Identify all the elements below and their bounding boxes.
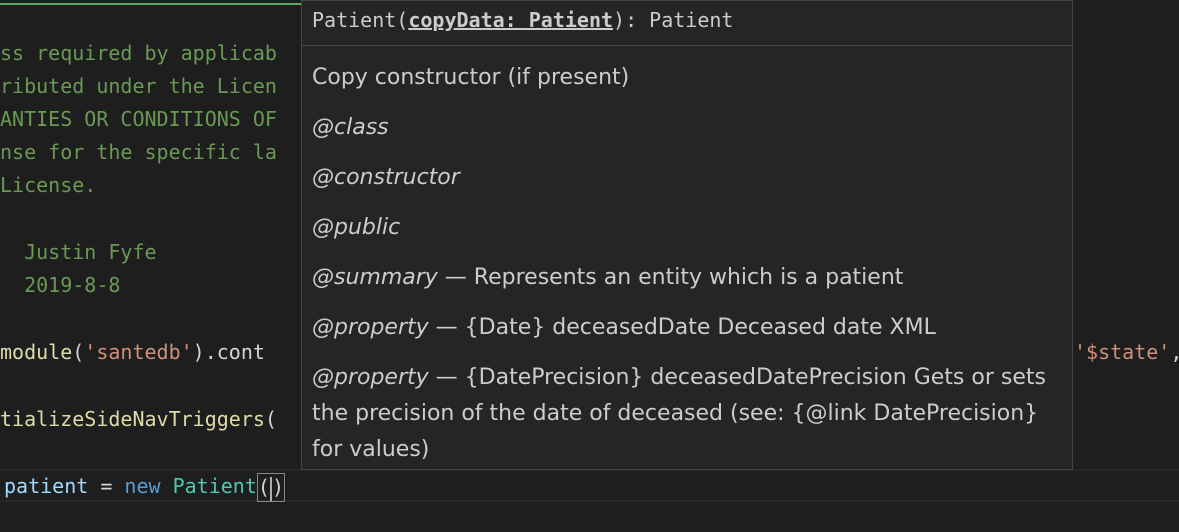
code-line-author: Justin Fyfe <box>0 240 157 264</box>
doc-summary: Copy constructor (if present) <box>312 65 630 90</box>
doc-tag-class: @class <box>312 115 389 140</box>
code-line-date: 2019-8-8 <box>0 273 121 297</box>
token-init-sidenav: tializeSideNavTriggers <box>0 407 265 431</box>
code-line-sidenav: tializeSideNavTriggers( <box>0 403 277 436</box>
doc-tag-summary: @summary — Represents an entity which is… <box>312 265 904 290</box>
token-comma: , <box>1170 340 1179 364</box>
token-string-state: '$state' <box>1074 340 1171 364</box>
token-paren: ( <box>72 340 85 364</box>
signature-documentation: Copy constructor (if present) @class @co… <box>302 46 1072 468</box>
doc-tag-property-deceased-date: @property — {Date} deceasedDate Deceased… <box>312 315 936 340</box>
token-new: new <box>124 474 161 498</box>
signature-suffix: ): Patient <box>613 8 734 32</box>
token-string-santedb: 'santedb' <box>84 340 193 364</box>
code-line-4: nse for the specific la <box>0 140 277 164</box>
code-line-patient[interactable]: patient = new Patient() <box>4 470 285 503</box>
code-line-module-right: '$state', <box>1074 336 1179 369</box>
code-line-1: ss required by applicab <box>0 41 277 65</box>
signature-name: Patient( <box>312 8 409 32</box>
code-line-module: module('santedb').cont <box>0 336 265 369</box>
doc-tag-constructor: @constructor <box>312 165 460 190</box>
code-editor[interactable]: ss required by applicab ributed under th… <box>0 0 1179 532</box>
doc-tag-public: @public <box>312 215 401 240</box>
doc-tag-property-deceased-precision: @property — {DatePrecision} deceasedDate… <box>312 365 1046 462</box>
code-line-2: ributed under the Licen <box>0 74 277 98</box>
code-line-3: ANTIES OR CONDITIONS OF <box>0 107 277 131</box>
token-patient-var: patient <box>4 474 89 498</box>
editor-top-accent <box>0 3 302 5</box>
bracket-match-box: () <box>256 473 285 502</box>
signature-help-popup[interactable]: Patient(copyData: Patient): Patient Copy… <box>301 0 1073 470</box>
token-module: module <box>0 340 73 364</box>
token-paren: ( <box>264 407 277 431</box>
code-line-5: License. <box>0 173 97 197</box>
token-equals: = <box>88 474 125 498</box>
signature-active-param: copyData: Patient <box>408 8 614 32</box>
token-cont: ).cont <box>192 340 265 364</box>
token-patient-class: Patient <box>172 474 257 498</box>
signature-line: Patient(copyData: Patient): Patient <box>302 1 1072 46</box>
token-open-paren: ( <box>257 475 270 499</box>
token-close-paren: ) <box>271 475 284 499</box>
